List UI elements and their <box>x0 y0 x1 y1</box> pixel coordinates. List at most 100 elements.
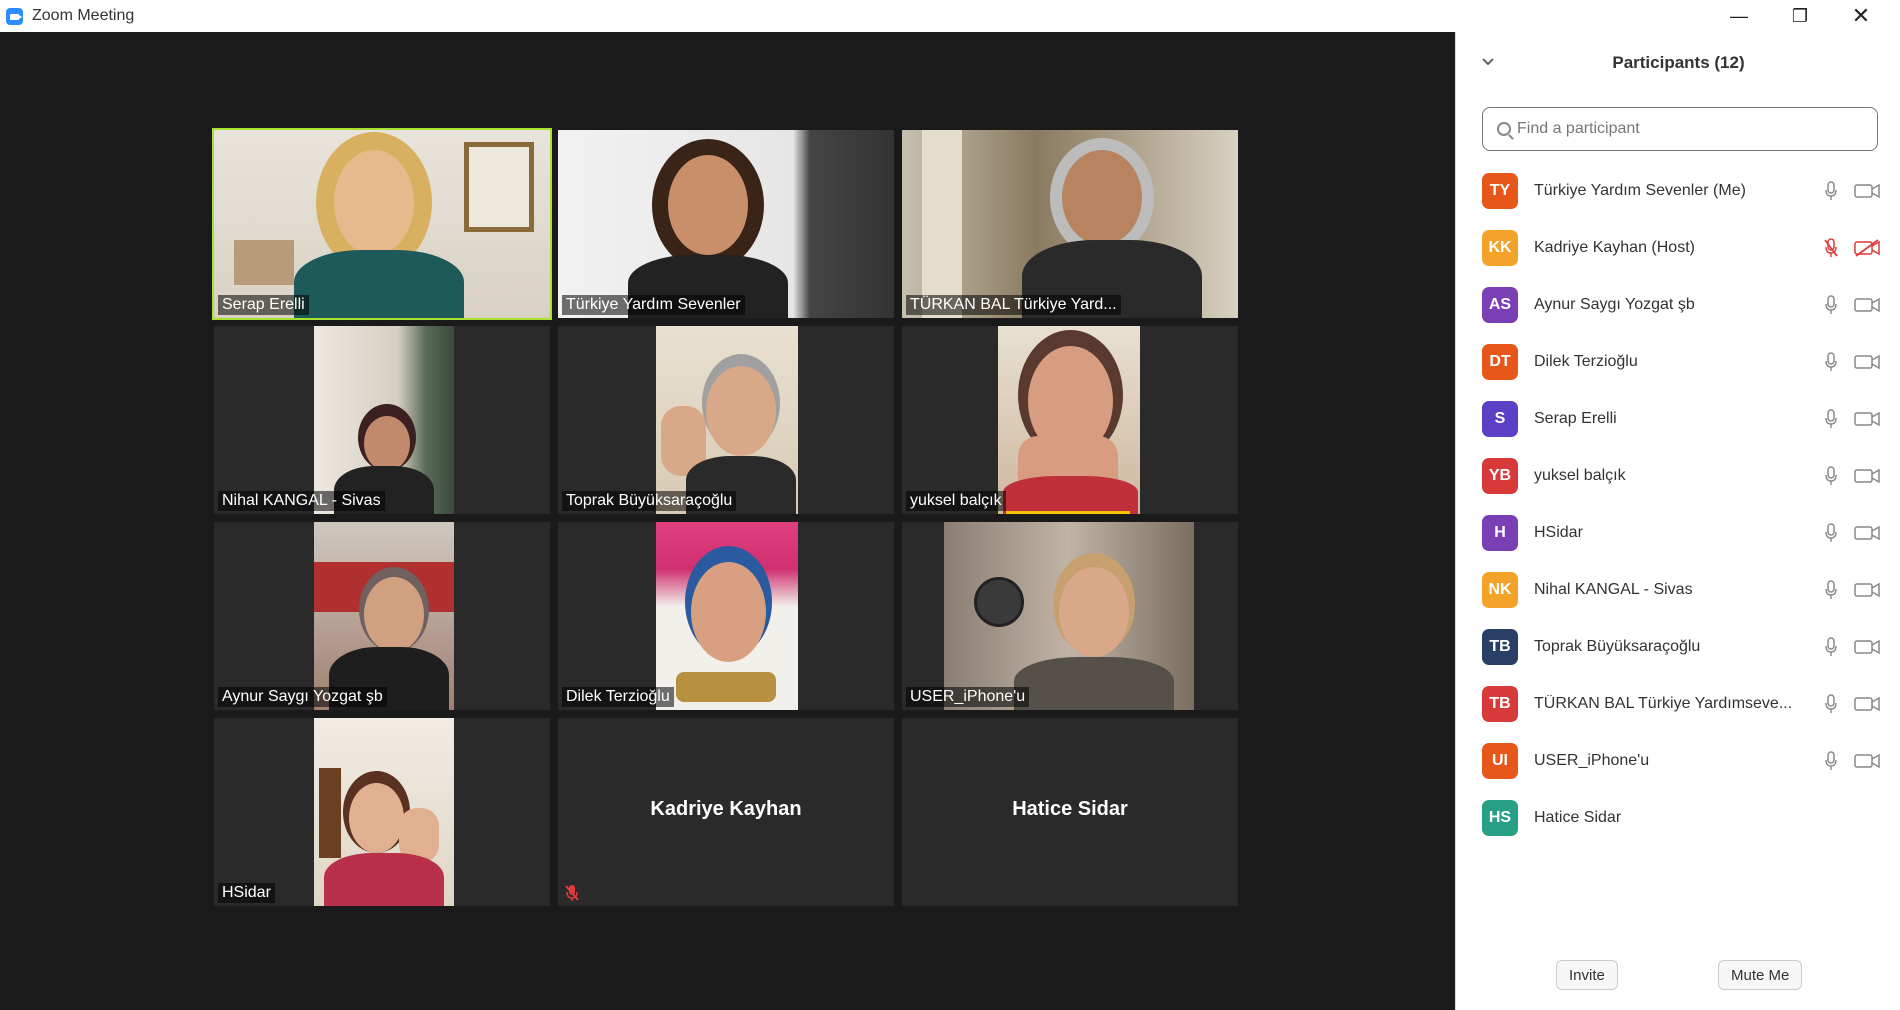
participant-name-label: Serap Erelli <box>218 295 309 315</box>
participant-name-label: HSidar <box>218 883 275 903</box>
video-tile-turkan-bal[interactable]: TÜRKAN BAL Türkiye Yard... <box>902 130 1238 318</box>
participant-avatar: UI <box>1482 742 1518 779</box>
participant-center-name: Hatice Sidar <box>1012 798 1128 820</box>
participant-name: USER_iPhone'u <box>1534 751 1650 769</box>
participant-name-label: Aynur Saygı Yozgat şb <box>218 687 387 707</box>
participant-name-label: Toprak Büyüksaraçoğlu <box>562 491 737 511</box>
video-camera-icon[interactable] <box>1854 752 1880 770</box>
window-title: Zoom Meeting <box>32 7 135 24</box>
participants-panel: Participants (12) TY Türkiye Yardım Seven… <box>1455 32 1900 1010</box>
participant-name-label: TÜRKAN BAL Türkiye Yard... <box>906 295 1121 315</box>
participant-name: Türkiye Yardım Sevenler (Me) <box>1534 181 1746 199</box>
participant-name: TÜRKAN BAL Türkiye Yardımseve... <box>1534 694 1793 712</box>
invite-button[interactable]: Invite <box>1556 960 1618 990</box>
video-camera-icon[interactable] <box>1854 581 1880 599</box>
minimize-button[interactable]: — <box>1710 0 1768 32</box>
participant-avatar: NK <box>1482 571 1518 608</box>
participant-row[interactable]: TB TÜRKAN BAL Türkiye Yardımseve... <box>1456 675 1900 732</box>
participant-name: Aynur Saygı Yozgat şb <box>1534 295 1695 313</box>
participant-search-input[interactable] <box>1517 120 1857 138</box>
camera-feed <box>998 326 1140 514</box>
participant-name: yuksel balçık <box>1534 466 1626 484</box>
muted-mic-icon <box>565 885 579 901</box>
participant-row[interactable]: YB yuksel balçık <box>1456 447 1900 504</box>
video-camera-icon[interactable] <box>1854 695 1880 713</box>
video-tile-aynur[interactable]: Aynur Saygı Yozgat şb <box>214 522 550 710</box>
participant-name: Nihal KANGAL - Sivas <box>1534 580 1693 598</box>
mute-me-button[interactable]: Mute Me <box>1718 960 1803 990</box>
camera-feed <box>314 718 454 906</box>
participant-name: HSidar <box>1534 523 1583 541</box>
camera-feed <box>558 130 894 318</box>
video-tile-hsidar[interactable]: HSidar <box>214 718 550 906</box>
participants-panel-header: Participants (12) <box>1456 32 1900 92</box>
mic-icon[interactable] <box>1824 294 1838 315</box>
video-gallery: Serap Erelli Türkiye Yardım Sevenler TÜR… <box>0 32 1455 1010</box>
participant-avatar: DT <box>1482 343 1518 380</box>
participant-center-name: Kadriye Kayhan <box>650 798 802 820</box>
participant-avatar: S <box>1482 400 1518 437</box>
video-camera-icon[interactable] <box>1854 638 1880 656</box>
participant-name-label: Türkiye Yardım Sevenler <box>562 295 745 315</box>
mic-icon[interactable] <box>1824 636 1838 657</box>
camera-feed <box>314 522 454 710</box>
participant-row[interactable]: KK Kadriye Kayhan (Host) <box>1456 219 1900 276</box>
video-camera-icon[interactable] <box>1854 524 1880 542</box>
video-camera-icon[interactable] <box>1854 182 1880 200</box>
participant-name: Serap Erelli <box>1534 409 1617 427</box>
participant-row[interactable]: H HSidar <box>1456 504 1900 561</box>
speaking-indicator <box>1006 511 1130 514</box>
close-button[interactable]: ✕ <box>1832 0 1890 32</box>
participant-row[interactable]: TY Türkiye Yardım Sevenler (Me) <box>1456 162 1900 219</box>
participant-row[interactable]: UI USER_iPhone'u <box>1456 732 1900 789</box>
video-off-icon[interactable] <box>1854 238 1880 257</box>
participant-avatar: TB <box>1482 628 1518 665</box>
video-tile-hatice[interactable]: Hatice Sidar <box>902 718 1238 906</box>
video-tile-kadriye[interactable]: Kadriye Kayhan <box>558 718 894 906</box>
maximize-button[interactable]: ❐ <box>1771 0 1829 32</box>
participant-row[interactable]: HS Hatice Sidar <box>1456 789 1900 846</box>
participant-row[interactable]: TB Toprak Büyüksaraçoğlu <box>1456 618 1900 675</box>
participant-avatar: AS <box>1482 286 1518 323</box>
participant-name: Toprak Büyüksaraçoğlu <box>1534 637 1701 655</box>
participant-avatar: H <box>1482 514 1518 551</box>
video-tile-yuksel[interactable]: yuksel balçık <box>902 326 1238 514</box>
participant-name-label: USER_iPhone'u <box>906 687 1030 707</box>
mic-icon[interactable] <box>1824 522 1838 543</box>
participant-row[interactable]: DT Dilek Terzioğlu <box>1456 333 1900 390</box>
participants-list: TY Türkiye Yardım Sevenler (Me) KK Kadriye … <box>1456 162 1900 846</box>
participant-search-box[interactable] <box>1482 107 1878 151</box>
video-tile-nihal[interactable]: Nihal KANGAL - Sivas <box>214 326 550 514</box>
participant-name-label: Dilek Terzioğlu <box>562 687 674 707</box>
participant-name: Kadriye Kayhan (Host) <box>1534 238 1695 256</box>
mic-icon[interactable] <box>1824 750 1838 771</box>
video-tile-dilek[interactable]: Dilek Terzioğlu <box>558 522 894 710</box>
video-tile-turkiye-yardim[interactable]: Türkiye Yardım Sevenler <box>558 130 894 318</box>
video-camera-icon[interactable] <box>1854 296 1880 314</box>
participant-row[interactable]: S Serap Erelli <box>1456 390 1900 447</box>
video-tile-user-iphone[interactable]: USER_iPhone'u <box>902 522 1238 710</box>
zoom-app-icon <box>6 8 23 25</box>
video-tile-toprak[interactable]: Toprak Büyüksaraçoğlu <box>558 326 894 514</box>
participants-footer: Invite Mute Me <box>1456 950 1900 1010</box>
video-tile-serap[interactable]: Serap Erelli <box>212 128 552 320</box>
camera-feed <box>902 130 1238 318</box>
participant-row[interactable]: AS Aynur Saygı Yozgat şb <box>1456 276 1900 333</box>
mic-icon[interactable] <box>1824 351 1838 372</box>
camera-feed <box>314 326 454 514</box>
mic-icon[interactable] <box>1824 408 1838 429</box>
mic-icon[interactable] <box>1824 465 1838 486</box>
mic-icon[interactable] <box>1824 579 1838 600</box>
video-camera-icon[interactable] <box>1854 410 1880 428</box>
muted-mic-icon[interactable] <box>1824 237 1838 258</box>
participant-name-label: yuksel balçık <box>906 491 1006 511</box>
mic-icon[interactable] <box>1824 180 1838 201</box>
camera-feed <box>656 326 798 514</box>
video-camera-icon[interactable] <box>1854 467 1880 485</box>
video-camera-icon[interactable] <box>1854 353 1880 371</box>
mic-icon[interactable] <box>1824 693 1838 714</box>
participant-row[interactable]: NK Nihal KANGAL - Sivas <box>1456 561 1900 618</box>
participant-avatar: TB <box>1482 685 1518 722</box>
participant-avatar: KK <box>1482 229 1518 266</box>
title-bar: Zoom Meeting — ❐ ✕ <box>0 0 1900 32</box>
